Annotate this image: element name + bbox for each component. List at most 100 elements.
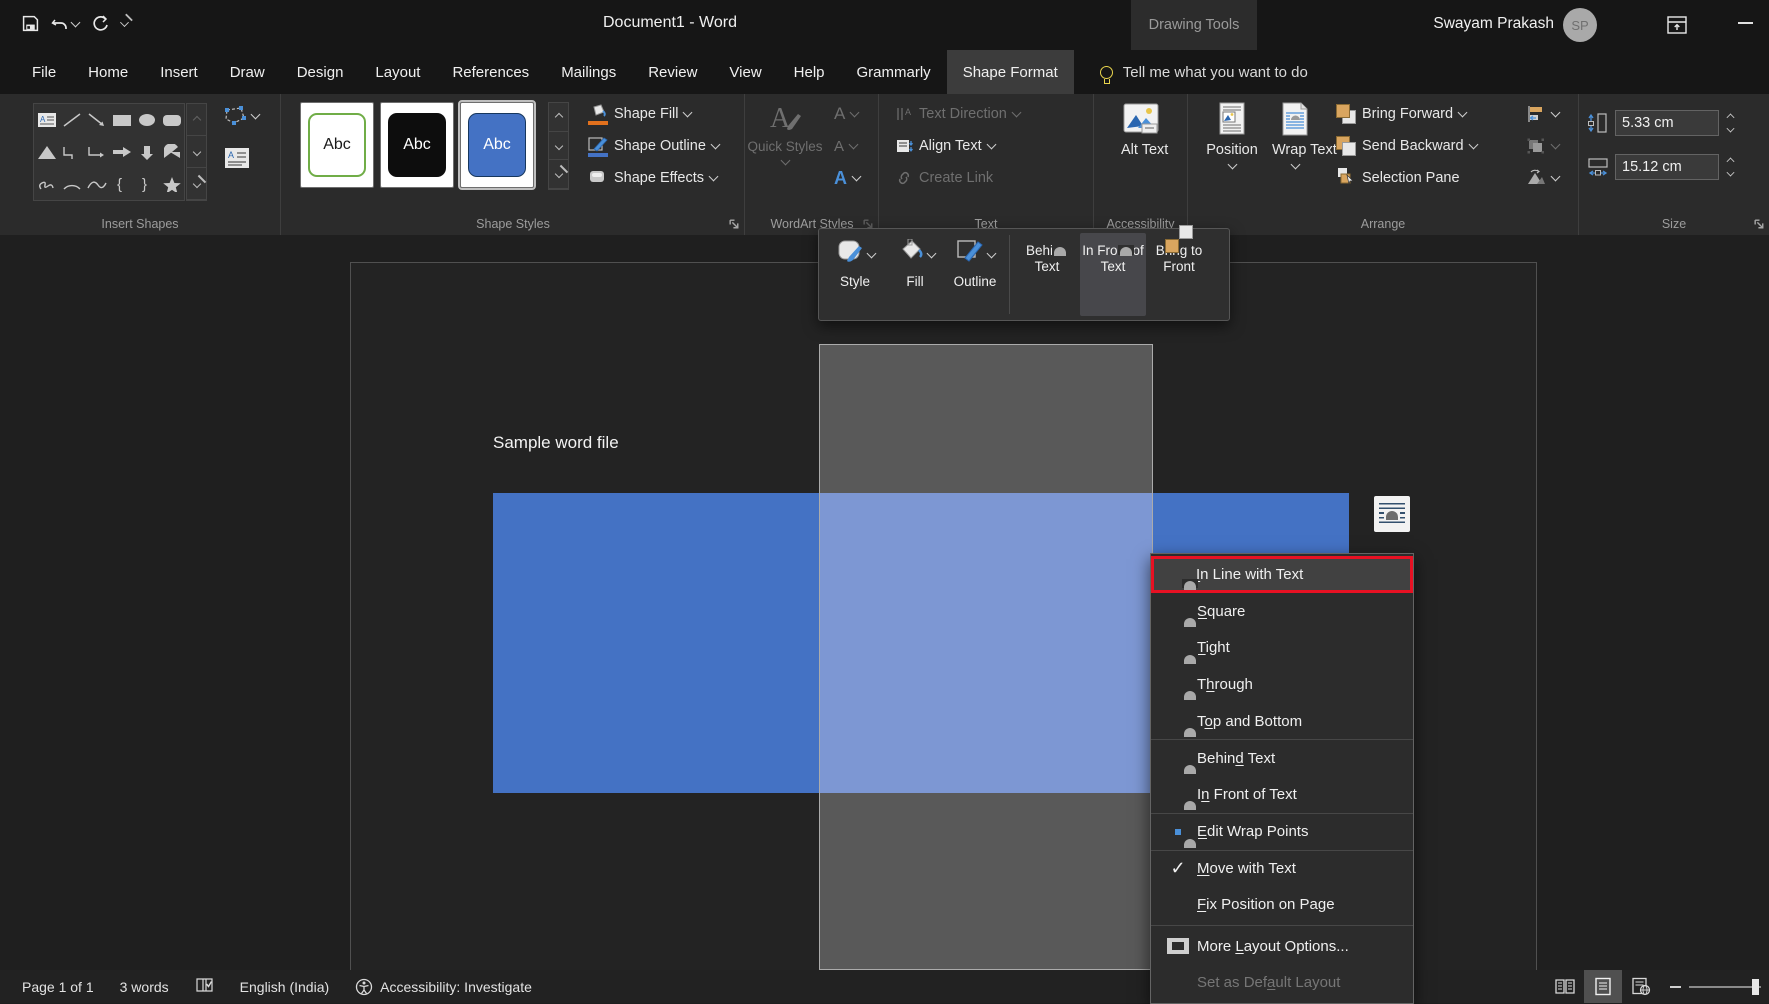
tab-view[interactable]: View [713, 50, 777, 94]
style-scroll-up-button[interactable] [549, 103, 568, 132]
menu-item-square[interactable]: Square [1151, 593, 1413, 630]
shape-elbow-connector-icon[interactable] [59, 136, 84, 168]
draw-text-box-button[interactable]: A [224, 146, 250, 175]
shape-style-thumbnail-1[interactable]: Abc [300, 102, 374, 188]
width-stepper[interactable] [1725, 158, 1734, 176]
tab-mailings[interactable]: Mailings [545, 50, 632, 94]
edit-shape-button[interactable] [222, 104, 259, 128]
shape-line-icon[interactable] [59, 104, 84, 136]
text-direction-button[interactable]: A Text Direction [889, 98, 1026, 130]
group-objects-button[interactable] [1520, 130, 1565, 162]
menu-item-in-line-with-text[interactable]: In Line with Text [1151, 556, 1413, 593]
shape-rounded-rectangle-icon[interactable] [159, 104, 184, 136]
tab-draw[interactable]: Draw [214, 50, 281, 94]
text-fill-button[interactable]: A [828, 98, 866, 130]
menu-item-tight[interactable]: Tight [1151, 629, 1413, 666]
menu-item-move-with-text[interactable]: ✓Move with Text [1151, 850, 1413, 887]
web-layout-view-button[interactable] [1622, 970, 1660, 1003]
shape-arc-icon[interactable] [59, 168, 84, 200]
gallery-scroll-down-button[interactable] [187, 136, 206, 168]
bring-forward-button[interactable]: Bring Forward [1330, 98, 1483, 130]
read-mode-view-button[interactable] [1546, 970, 1584, 1003]
create-link-button[interactable]: Create Link [889, 162, 1026, 194]
shape-effects-button[interactable]: Shape Effects [582, 162, 725, 194]
avatar[interactable]: SP [1563, 8, 1597, 42]
tab-references[interactable]: References [436, 50, 545, 94]
style-more-button[interactable] [549, 160, 568, 189]
menu-item-through[interactable]: Through [1151, 666, 1413, 703]
shape-rectangle-icon[interactable] [109, 104, 134, 136]
alt-text-button[interactable]: Alt Text [1111, 94, 1171, 206]
gallery-scroll-up-button[interactable] [187, 104, 206, 136]
toolbar-in-front-of-text-button[interactable]: In Front of Text [1080, 233, 1146, 316]
shape-text-box-icon[interactable]: A [34, 104, 59, 136]
send-backward-button[interactable]: Send Backward [1330, 130, 1483, 162]
shape-brace-right-icon[interactable]: } [134, 168, 159, 200]
page-indicator[interactable]: Page 1 of 1 [22, 979, 94, 995]
text-effects-button[interactable]: A [828, 162, 866, 194]
zoom-track[interactable] [1689, 986, 1761, 988]
tell-me-box[interactable]: Tell me what you want to do [1100, 50, 1308, 94]
gallery-more-button[interactable] [187, 168, 206, 200]
minimize-button[interactable] [1738, 22, 1753, 24]
shape-outline-button[interactable]: Shape Outline [582, 130, 725, 162]
shape-oval-icon[interactable] [134, 104, 159, 136]
menu-item-in-front-of-text[interactable]: In Front of Text [1151, 776, 1413, 813]
shape-elbow-arrow-connector-icon[interactable] [84, 136, 109, 168]
tab-home[interactable]: Home [72, 50, 144, 94]
shape-height-input[interactable] [1615, 110, 1719, 136]
height-stepper[interactable] [1725, 114, 1734, 132]
shape-arrow-down-icon[interactable] [134, 136, 159, 168]
toolbar-outline-button[interactable]: Outline [945, 233, 1005, 316]
style-scroll-down-button[interactable] [549, 132, 568, 161]
language-indicator[interactable]: English (India) [240, 979, 330, 995]
tab-grammarly[interactable]: Grammarly [841, 50, 947, 94]
toolbar-style-button[interactable]: Style [825, 233, 885, 316]
position-button[interactable]: Position [1200, 94, 1264, 206]
tab-help[interactable]: Help [778, 50, 841, 94]
menu-item-more-layout-options[interactable]: More Layout Options... [1151, 928, 1413, 965]
shape-arrow-right-icon[interactable] [109, 136, 134, 168]
toolbar-behind-text-button[interactable]: Behind Text [1014, 233, 1080, 316]
align-objects-button[interactable] [1520, 98, 1565, 130]
shape-scribble-icon[interactable] [34, 168, 59, 200]
shape-fill-button[interactable]: Shape Fill [582, 98, 725, 130]
zoom-thumb[interactable] [1752, 979, 1759, 995]
shape-arrow-down-right-icon[interactable] [84, 104, 109, 136]
menu-item-behind-text[interactable]: Behind Text [1151, 739, 1413, 776]
zoom-out-icon[interactable] [1670, 986, 1681, 988]
shape-style-thumbnail-3[interactable]: Abc [460, 102, 534, 188]
selection-pane-button[interactable]: Selection Pane [1330, 162, 1483, 194]
align-text-button[interactable]: Align Text [889, 130, 1026, 162]
tab-shape-format[interactable]: Shape Format [947, 50, 1074, 94]
menu-item-top-and-bottom[interactable]: Top and Bottom [1151, 703, 1413, 740]
shape-triangle-icon[interactable] [34, 136, 59, 168]
shape-curve-icon[interactable] [84, 168, 109, 200]
shape-style-thumbnail-2[interactable]: Abc [380, 102, 454, 188]
proofing-errors-button[interactable] [195, 977, 214, 997]
toolbar-fill-button[interactable]: Fill [885, 233, 945, 316]
menu-item-set-as-default-layout[interactable]: Set as Default Layout [1151, 965, 1413, 1002]
ribbon-display-options-button[interactable] [1665, 13, 1689, 37]
print-layout-view-button[interactable] [1584, 970, 1622, 1003]
wrap-text-button[interactable]: Wrap Text [1266, 94, 1324, 206]
tab-review[interactable]: Review [632, 50, 713, 94]
accessibility-button[interactable]: Accessibility: Investigate [355, 978, 532, 996]
zoom-slider[interactable] [1670, 986, 1761, 988]
quick-styles-button[interactable]: A Quick Styles [754, 94, 816, 206]
tab-insert[interactable]: Insert [144, 50, 214, 94]
rotate-objects-button[interactable] [1520, 162, 1565, 194]
tab-design[interactable]: Design [281, 50, 360, 94]
menu-item-edit-wrap-points[interactable]: Edit Wrap Points [1151, 813, 1413, 850]
menu-item-fix-position-on-page[interactable]: Fix Position on Page [1151, 886, 1413, 923]
tab-file[interactable]: File [16, 50, 72, 94]
word-count[interactable]: 3 words [120, 979, 169, 995]
tab-layout[interactable]: Layout [359, 50, 436, 94]
toolbar-bring-to-front-button[interactable]: Bring to Front [1146, 233, 1212, 316]
shape-star-icon[interactable] [159, 168, 184, 200]
shape-styles-dialog-launcher[interactable] [728, 218, 741, 231]
size-dialog-launcher[interactable] [1753, 218, 1766, 231]
layout-options-button[interactable] [1374, 496, 1410, 532]
text-outline-button[interactable]: A [828, 130, 866, 162]
shape-brace-left-icon[interactable]: { [109, 168, 134, 200]
